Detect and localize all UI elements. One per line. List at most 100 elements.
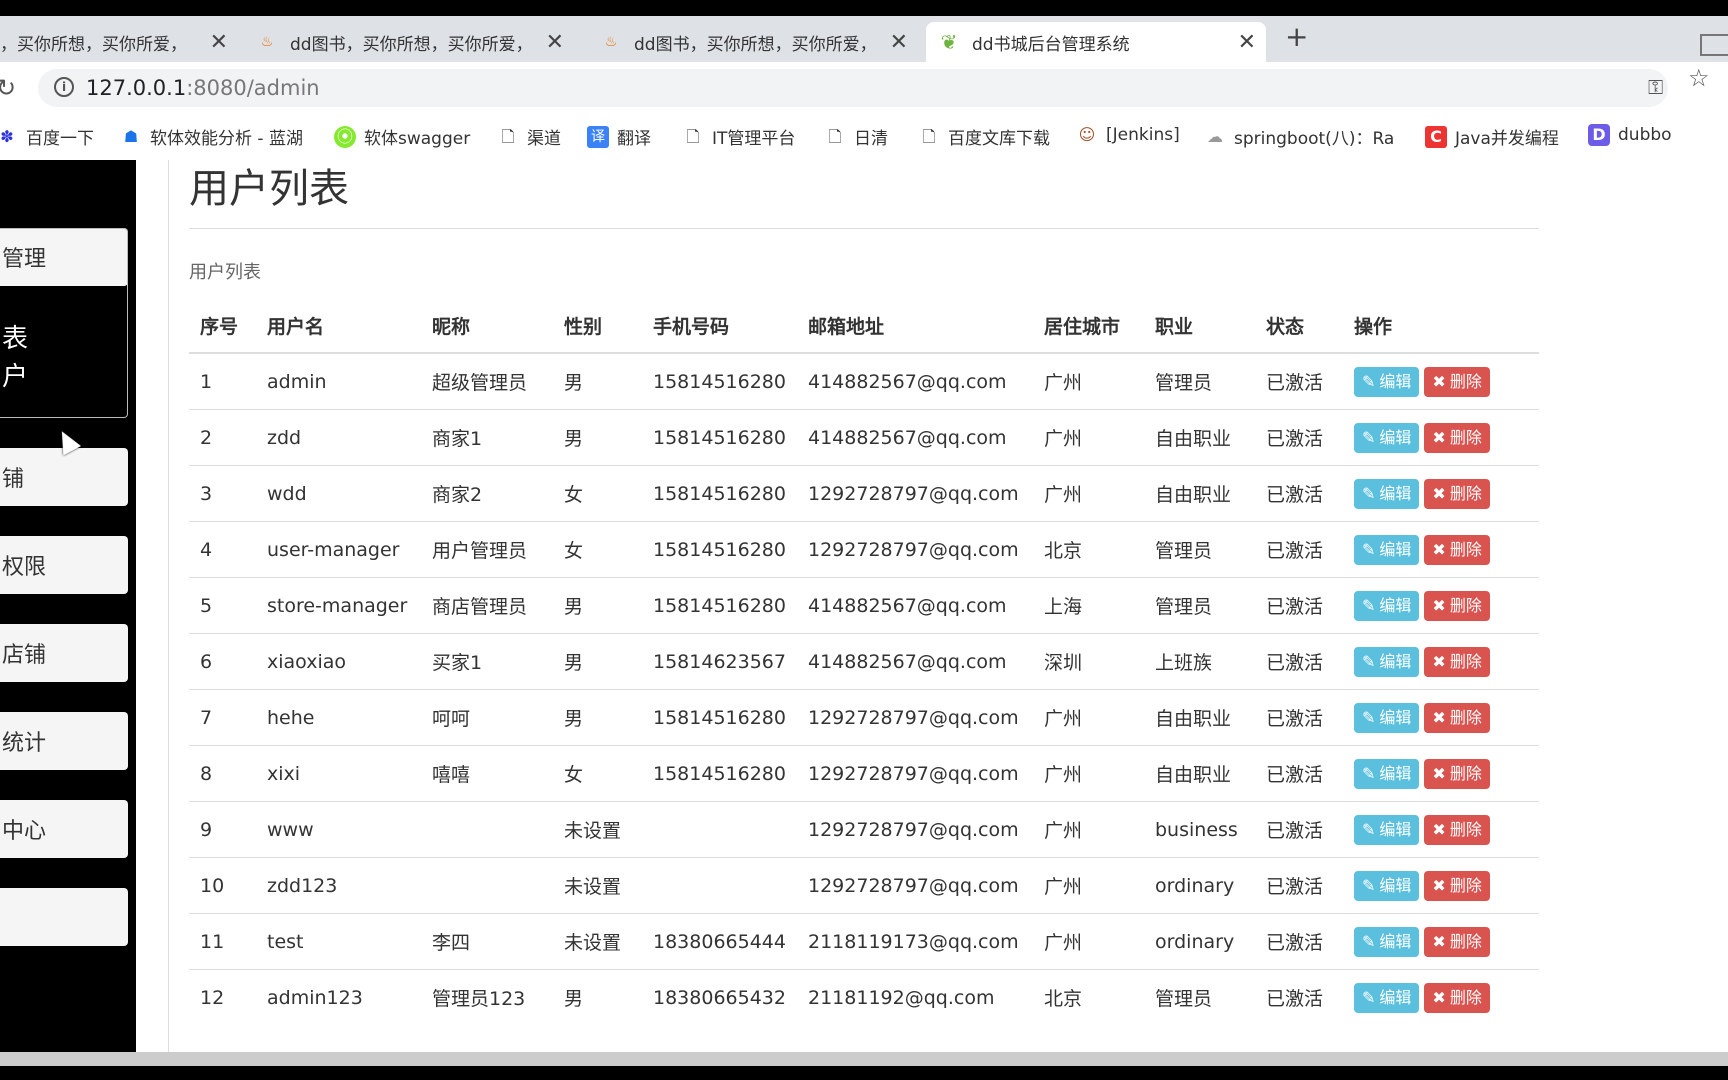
dubbo-icon: D (1588, 124, 1610, 146)
browser-tab-2[interactable]: ♨ dd图书，买你所想，买你所爱， ✕ (244, 22, 574, 62)
close-icon[interactable]: ✕ (1238, 30, 1256, 55)
bookmark-dubbo[interactable]: Ddubbo (1588, 124, 1672, 146)
delete-button[interactable]: ✖ 删除 (1424, 926, 1490, 957)
sidebar-item-center[interactable]: 中心 (0, 800, 128, 858)
sidebar-item-blank[interactable] (0, 888, 128, 946)
edit-button[interactable]: ✎ 编辑 (1354, 478, 1420, 509)
delete-button[interactable]: ✖ 删除 (1424, 590, 1490, 621)
cell-occupation: 管理员 (1144, 521, 1255, 578)
delete-button[interactable]: ✖ 删除 (1424, 870, 1490, 901)
browser-tab-4-active[interactable]: ❦ dd书城后台管理系统 ✕ (926, 22, 1266, 62)
edit-button[interactable]: ✎ 编辑 (1354, 702, 1420, 733)
bookmark-springboot[interactable]: ☁ springboot(八)：Ra (1204, 124, 1394, 150)
page-icon: 🗋 (501, 126, 515, 146)
delete-label: 删除 (1449, 371, 1482, 391)
csdn-icon: C (1425, 125, 1447, 148)
bookmark-label: 软体swagger (364, 129, 471, 149)
bookmark-qudao[interactable]: 🗋 渠道 (497, 124, 561, 150)
sidebar-item-store[interactable]: 店铺 (0, 624, 128, 682)
delete-button[interactable]: ✖ 删除 (1424, 422, 1490, 453)
bookmark-wenku[interactable]: 🗋 百度文库下载 (918, 124, 1050, 150)
delete-button[interactable]: ✖ 删除 (1424, 982, 1490, 1013)
delete-button[interactable]: ✖ 删除 (1424, 534, 1490, 565)
table-row: 11 test 李四 未设置 18380665444 2118119173@qq.com 广… (189, 913, 1539, 970)
delete-button[interactable]: ✖ 删除 (1424, 758, 1490, 789)
edit-button[interactable]: ✎ 编辑 (1354, 422, 1420, 453)
cell-index: 5 (189, 577, 256, 634)
close-x-icon: ✖ (1432, 483, 1446, 503)
edit-label: 编辑 (1379, 819, 1412, 839)
bookmark-swagger[interactable]: ⦿ 软体swagger (334, 124, 470, 149)
close-icon[interactable]: ✕ (890, 30, 908, 55)
table-header-row: 序号 用户名 昵称 性别 手机号码 邮箱地址 居住城市 职业 状态 操作 (189, 298, 1539, 354)
window-restore-icon[interactable] (1700, 34, 1728, 56)
edit-button[interactable]: ✎ 编辑 (1354, 534, 1420, 565)
bookmark-lanhu[interactable]: ☗ 软体效能分析 - 蓝湖 (120, 124, 303, 150)
sidebar-item-permission[interactable]: 权限 (0, 536, 128, 594)
edit-button[interactable]: ✎ 编辑 (1354, 982, 1420, 1013)
bookmark-fanyi[interactable]: 译翻译 (587, 124, 651, 149)
delete-button[interactable]: ✖ 删除 (1424, 646, 1490, 677)
edit-button[interactable]: ✎ 编辑 (1354, 646, 1420, 677)
sidebar-item-stats[interactable]: 统计 (0, 712, 128, 770)
cell-nickname: 李四 (421, 913, 553, 970)
browser-tab-3[interactable]: ♨ dd图书，买你所想，买你所爱， ✕ (588, 22, 918, 62)
bookmark-jenkins[interactable]: ☺ [Jenkins] (1076, 124, 1180, 146)
col-header-status: 状态 (1255, 298, 1343, 354)
close-x-icon: ✖ (1432, 987, 1446, 1007)
key-icon[interactable]: ⚿ (1648, 75, 1663, 99)
tab-title: dd图书，买你所想，买你所爱， (290, 34, 533, 55)
edit-label: 编辑 (1379, 987, 1412, 1007)
col-header-actions: 操作 (1343, 298, 1539, 354)
edit-button[interactable]: ✎ 编辑 (1354, 758, 1420, 789)
cell-gender: 男 (553, 409, 642, 466)
cell-status: 已激活 (1255, 745, 1343, 802)
close-icon[interactable]: ✕ (210, 30, 228, 55)
delete-button[interactable]: ✖ 删除 (1424, 366, 1490, 397)
cell-username: zdd123 (256, 857, 421, 914)
delete-button[interactable]: ✖ 删除 (1424, 478, 1490, 509)
sidebar-subitem-user[interactable]: 户 (2, 356, 28, 393)
cell-phone (642, 801, 797, 858)
cell-phone: 15814516280 (642, 689, 797, 746)
cell-gender: 男 (553, 577, 642, 634)
url-text[interactable]: 127.0.0.1:8080/admin (86, 76, 320, 100)
table-caption: 用户列表 (189, 262, 261, 283)
omnibox[interactable]: i 127.0.0.1:8080/admin ⚿ (38, 69, 1668, 107)
info-icon[interactable]: i (54, 77, 74, 97)
bookmark-star-icon[interactable]: ☆ (1688, 64, 1710, 92)
edit-button[interactable]: ✎ 编辑 (1354, 814, 1420, 845)
delete-button[interactable]: ✖ 删除 (1424, 702, 1490, 733)
edit-button[interactable]: ✎ 编辑 (1354, 590, 1420, 621)
cell-nickname: 嘻嘻 (421, 745, 553, 802)
cell-username: admin (256, 352, 421, 410)
col-header-nickname: 昵称 (421, 298, 553, 354)
cell-email: 1292728797@qq.com (797, 801, 1033, 858)
cell-username: xiaoxiao (256, 633, 421, 690)
bookmark-java[interactable]: C Java并发编程 (1425, 124, 1559, 149)
cell-occupation: 上班族 (1144, 633, 1255, 690)
table-row: 6 xiaoxiao 买家1 男 15814623567 414882567@qq.com… (189, 633, 1539, 690)
browser-tab-1[interactable]: ，买你所想，买你所爱， ✕ (0, 22, 238, 62)
delete-label: 删除 (1449, 875, 1482, 895)
cell-status: 已激活 (1255, 465, 1343, 522)
cell-email: 21181192@qq.com (797, 969, 1033, 1025)
edit-button[interactable]: ✎ 编辑 (1354, 366, 1420, 397)
reload-icon[interactable]: ↻ (0, 74, 16, 102)
edit-label: 编辑 (1379, 595, 1412, 615)
sidebar-item-shop[interactable]: 铺 (0, 448, 128, 506)
pencil-icon: ✎ (1362, 875, 1376, 895)
delete-button[interactable]: ✖ 删除 (1424, 814, 1490, 845)
cell-nickname: 用户管理员 (421, 521, 553, 578)
sidebar-subitem-list[interactable]: 表 (2, 318, 28, 355)
edit-button[interactable]: ✎ 编辑 (1354, 926, 1420, 957)
edit-button[interactable]: ✎ 编辑 (1354, 870, 1420, 901)
new-tab-icon[interactable]: + (1285, 20, 1308, 53)
bookmark-it[interactable]: 🗋 IT管理平台 (682, 124, 796, 150)
close-icon[interactable]: ✕ (546, 30, 564, 55)
horizontal-scrollbar[interactable] (0, 1052, 1728, 1066)
bookmark-baidu[interactable]: ✽ 百度一下 (0, 124, 94, 150)
url-host: 127.0.0.1 (86, 76, 187, 100)
cell-index: 2 (189, 409, 256, 466)
bookmark-riqing[interactable]: 🗋 日清 (824, 124, 888, 150)
